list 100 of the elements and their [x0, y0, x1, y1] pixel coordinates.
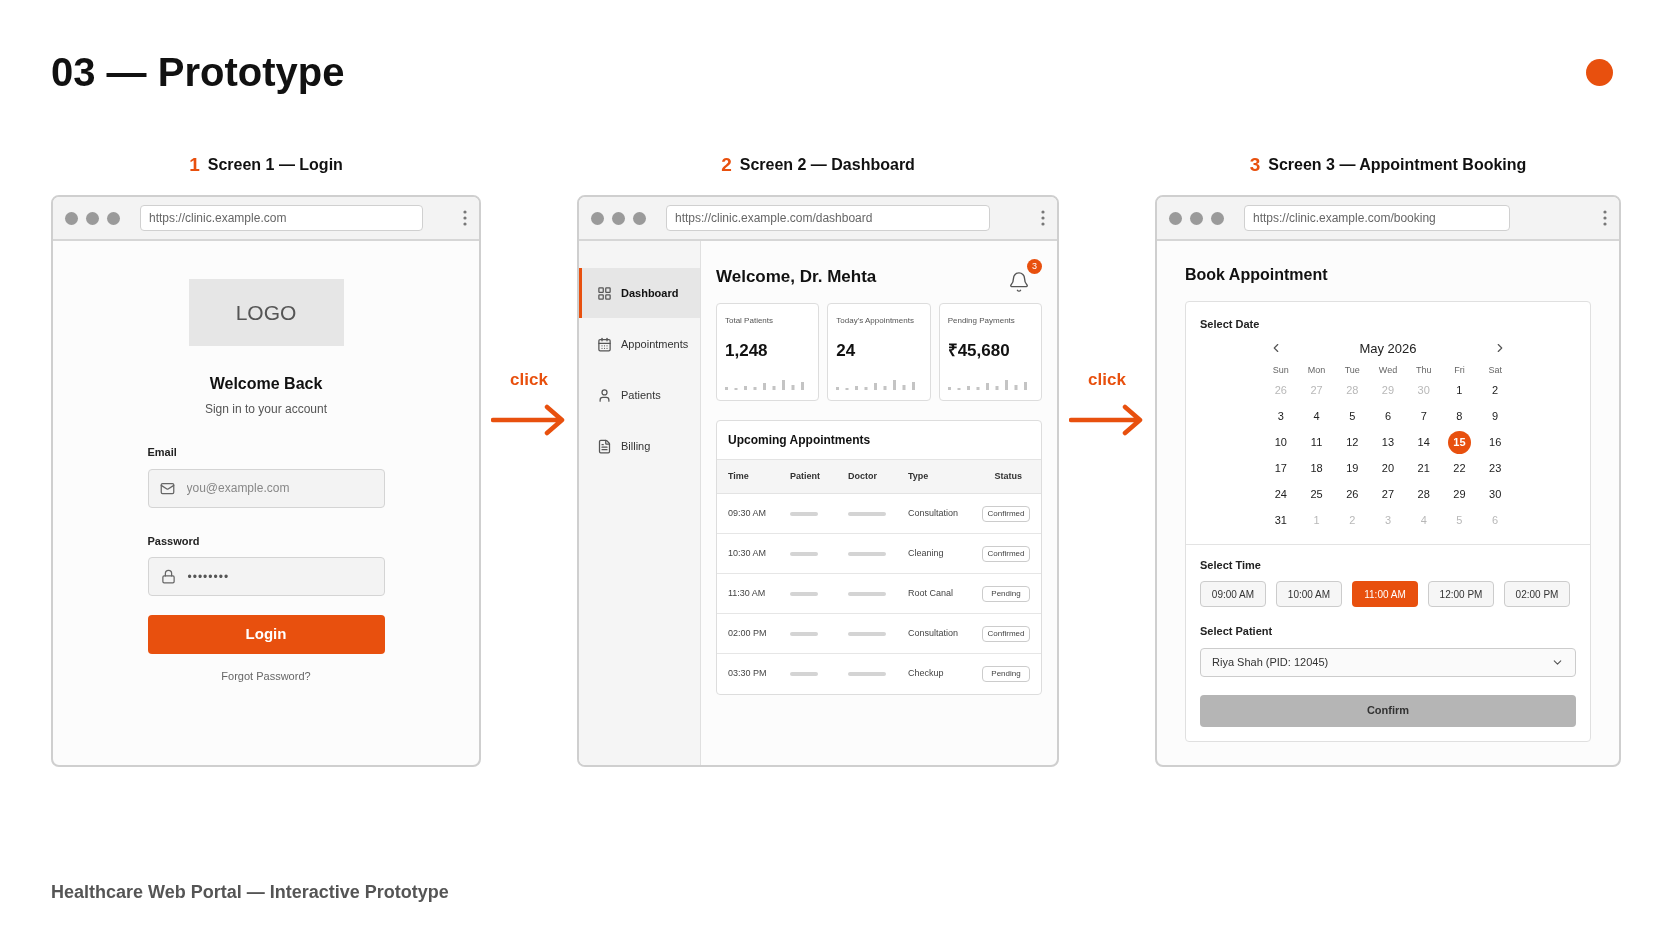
- address-bar[interactable]: https://clinic.example.com/dashboard: [666, 205, 990, 231]
- calendar-day[interactable]: 2: [1483, 379, 1507, 402]
- screen-label: Screen 3 — Appointment Booking: [1268, 155, 1527, 175]
- column-header: Patient: [790, 469, 821, 483]
- click-label: click: [1088, 369, 1126, 391]
- stat-label: Pending Payments: [947, 316, 1015, 326]
- more-icon[interactable]: [1041, 210, 1045, 226]
- calendar-day[interactable]: 24: [1269, 483, 1293, 506]
- text-placeholder-bar: [848, 511, 886, 516]
- section-label: Select Time: [1200, 557, 1262, 573]
- calendar-day[interactable]: 22: [1447, 457, 1471, 480]
- text-placeholder-bar: [790, 672, 818, 676]
- time-slot[interactable]: 11:00 AM: [1352, 581, 1418, 607]
- patient-dropdown[interactable]: Riya Shah (PID: 12045): [1200, 647, 1576, 677]
- right-arrow-icon: [1069, 402, 1145, 437]
- user-icon: [597, 387, 612, 403]
- forgot-password-link[interactable]: Forgot Password?: [221, 668, 311, 685]
- weekday-label: Mon: [1307, 364, 1326, 377]
- booking-heading: Book Appointment: [1185, 265, 1329, 285]
- status-badge: Pending: [982, 585, 1030, 602]
- calendar-day[interactable]: 18: [1305, 457, 1329, 480]
- calendar-day[interactable]: 6: [1376, 405, 1400, 428]
- grid-icon: [597, 285, 612, 301]
- table-cell-text: 11:30 AM: [728, 586, 767, 600]
- table-cell-text: 10:30 AM: [728, 546, 768, 560]
- calendar-day[interactable]: 3: [1269, 405, 1293, 428]
- more-icon[interactable]: [463, 210, 467, 226]
- sidebar-item[interactable]: Dashboard: [579, 268, 700, 318]
- screen-number: 3: [1249, 152, 1261, 177]
- screen-label: Screen 1 — Login: [207, 155, 343, 175]
- time-slot[interactable]: 12:00 PM: [1428, 581, 1494, 607]
- field-label: Password: [147, 533, 201, 549]
- calendar-day[interactable]: 8: [1447, 405, 1471, 428]
- sidebar-item[interactable]: Patients: [579, 370, 700, 420]
- text-placeholder-bar: [848, 591, 886, 596]
- click-label: click: [510, 369, 548, 391]
- text-placeholder-bar: [848, 672, 886, 676]
- lock-icon: [160, 569, 176, 584]
- address-bar[interactable]: https://clinic.example.com: [140, 205, 423, 231]
- login-subheading: Sign in to your account: [204, 401, 328, 418]
- calendar-day[interactable]: 5: [1340, 405, 1364, 428]
- calendar-day[interactable]: 25: [1305, 483, 1329, 506]
- calendar-day[interactable]: 23: [1483, 457, 1507, 480]
- logo-text: LOGO: [235, 299, 297, 326]
- login-button[interactable]: Login: [147, 615, 385, 654]
- calendar-day[interactable]: 31: [1269, 509, 1293, 532]
- calendar-day[interactable]: 11: [1305, 431, 1329, 454]
- calendar-day[interactable]: 9: [1483, 405, 1507, 428]
- password-field[interactable]: ••••••••: [147, 557, 385, 596]
- section-label: Select Date: [1200, 317, 1261, 332]
- table-cell-text: Cleaning: [908, 546, 945, 560]
- stat-value: 24: [836, 340, 857, 362]
- screen-number: 2: [721, 152, 732, 177]
- column-header: Type: [908, 469, 930, 483]
- footer-caption: Healthcare Web Portal — Interactive Prototype: [51, 881, 450, 904]
- time-slot[interactable]: 02:00 PM: [1504, 581, 1570, 607]
- text-placeholder-bar: [790, 511, 818, 516]
- table-cell-text: 09:30 AM: [728, 506, 768, 520]
- section-label: Select Patient: [1200, 624, 1274, 639]
- calendar-day[interactable]: 27: [1376, 483, 1400, 506]
- more-icon[interactable]: [1603, 210, 1607, 226]
- calendar-day[interactable]: 10: [1269, 431, 1293, 454]
- calendar-day[interactable]: 17: [1269, 457, 1293, 480]
- stat-label: Today's Appointments: [836, 316, 914, 326]
- mail-icon: [159, 480, 175, 496]
- status-badge: Confirmed: [982, 505, 1030, 522]
- weekday-label: Tue: [1344, 364, 1360, 377]
- time-slot[interactable]: 09:00 AM: [1200, 581, 1266, 607]
- calendar-day[interactable]: 16: [1483, 431, 1507, 454]
- status-badge: Pending: [982, 666, 1030, 682]
- calendar-day[interactable]: 1: [1447, 379, 1471, 402]
- text-placeholder-bar: [848, 551, 886, 556]
- calendar-day[interactable]: 13: [1376, 431, 1400, 454]
- calendar-day[interactable]: 19: [1340, 457, 1364, 480]
- address-bar[interactable]: https://clinic.example.com/booking: [1244, 205, 1510, 231]
- confirm-button[interactable]: Confirm: [1200, 694, 1576, 727]
- time-slot[interactable]: 10:00 AM: [1276, 581, 1342, 607]
- notification-badge: 3: [1027, 259, 1042, 274]
- calendar-day[interactable]: 7: [1412, 405, 1436, 428]
- sidebar-item[interactable]: Billing: [579, 421, 700, 471]
- calendar-day[interactable]: 29: [1447, 483, 1471, 506]
- calendar-day[interactable]: 28: [1412, 483, 1436, 506]
- column-header: Doctor: [848, 469, 878, 483]
- email-field[interactable]: you@example.com: [147, 468, 385, 508]
- calendar-day[interactable]: 26: [1340, 483, 1364, 506]
- month-label: May 2026: [1359, 339, 1417, 358]
- text-placeholder-bar: [790, 591, 818, 596]
- notification-button[interactable]: 3: [1006, 259, 1042, 295]
- calendar-day[interactable]: 20: [1376, 457, 1400, 480]
- stat-value: ₹45,680: [947, 340, 1011, 362]
- screen-label: Screen 2 — Dashboard: [739, 155, 915, 175]
- calendar-day[interactable]: 4: [1305, 405, 1329, 428]
- field-label: Email: [147, 445, 178, 460]
- calendar-day[interactable]: 21: [1412, 457, 1436, 480]
- table-cell-text: Root Canal: [908, 586, 955, 600]
- calendar-day[interactable]: 15: [1447, 431, 1471, 454]
- sidebar-item[interactable]: Appointments: [579, 319, 700, 369]
- calendar-day[interactable]: 14: [1412, 431, 1436, 454]
- calendar-day[interactable]: 30: [1483, 483, 1507, 506]
- calendar-day[interactable]: 12: [1340, 431, 1364, 454]
